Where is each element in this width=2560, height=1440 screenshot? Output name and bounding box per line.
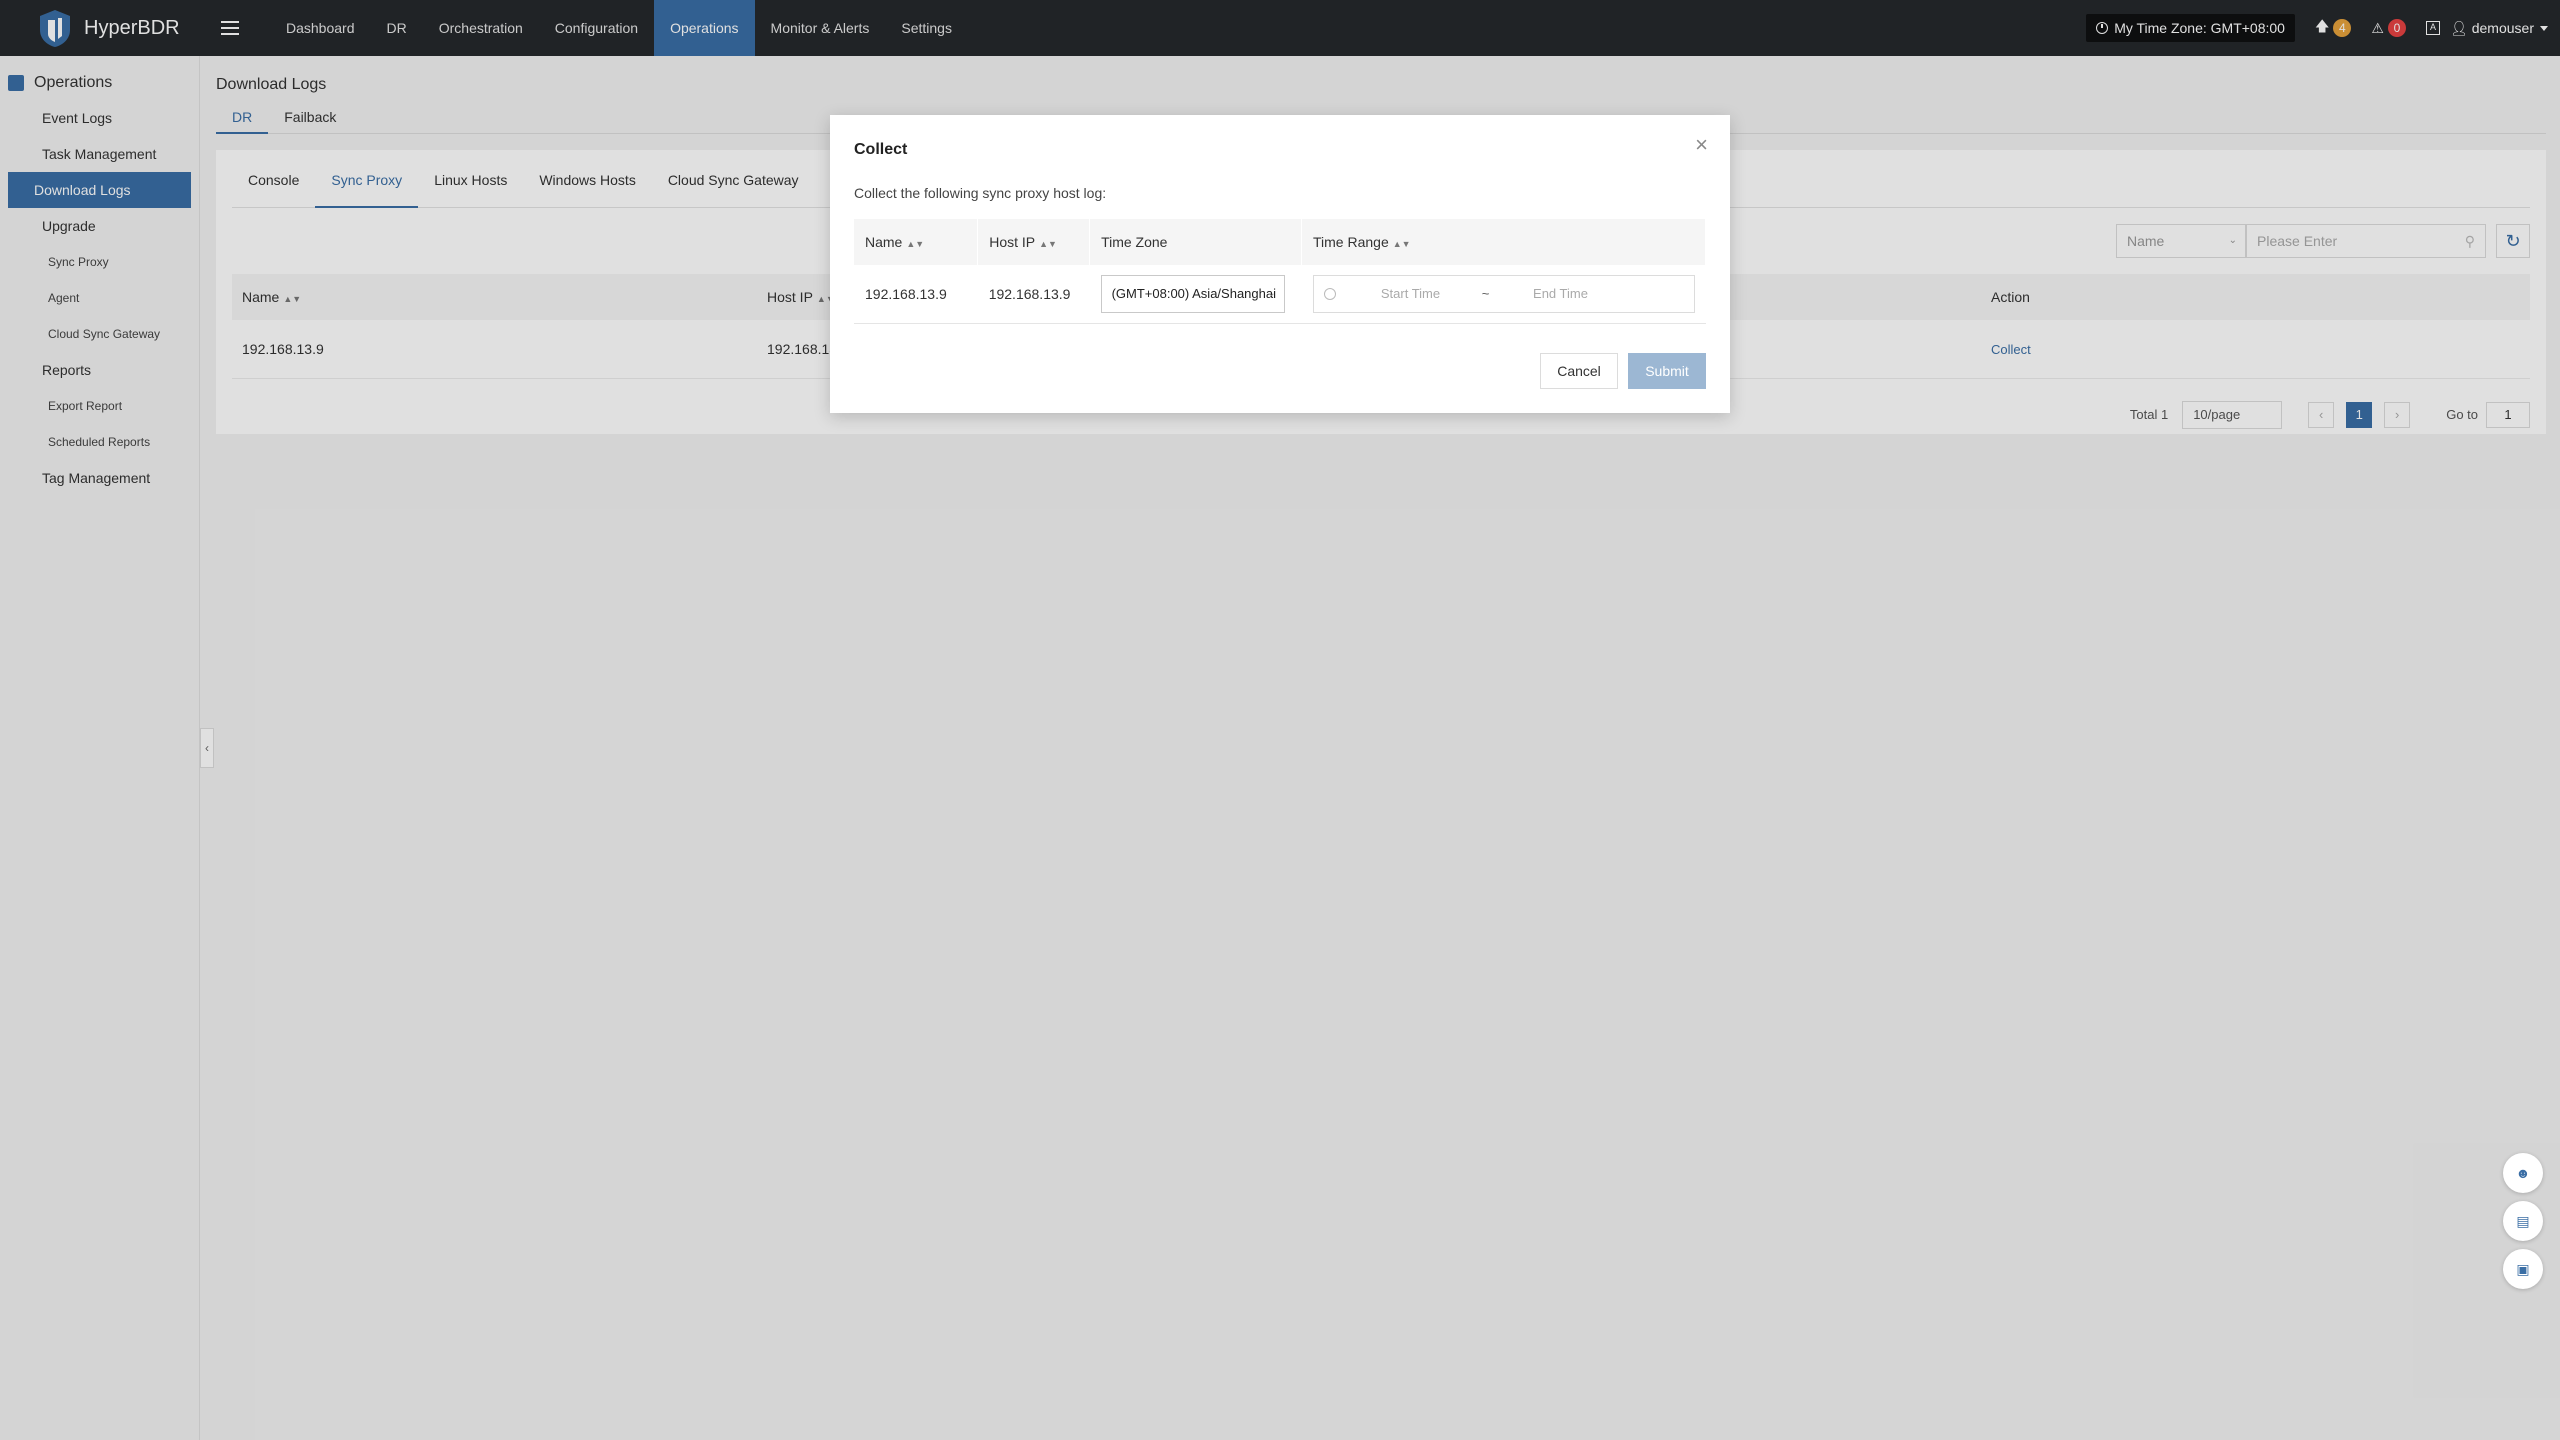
table-header-row: Name ▲▼ Host IP ▲▼ Time Zone Time Range ▲▼ xyxy=(854,219,1706,265)
dialog-title: Collect xyxy=(854,141,908,158)
range-separator: ~ xyxy=(1481,286,1490,302)
column-header-name[interactable]: Name ▲▼ xyxy=(854,219,979,265)
submit-button[interactable]: Submit xyxy=(1628,353,1706,389)
column-header-time-range[interactable]: Time Range ▲▼ xyxy=(1301,219,1706,265)
column-header-time-zone: Time Zone xyxy=(1089,219,1302,265)
cell-name: 192.168.13.9 xyxy=(854,265,978,324)
cell-host-ip: 192.168.13.9 xyxy=(977,265,1090,324)
start-time-input[interactable]: Start Time xyxy=(1346,286,1476,301)
assistant-icon[interactable]: ☻ xyxy=(2503,1153,2543,1193)
time-zone-select[interactable]: (GMT+08:00) Asia/Shanghai ⌄ xyxy=(1100,274,1285,313)
sort-icon[interactable]: ▲▼ xyxy=(1039,239,1057,249)
collect-table: Name ▲▼ Host IP ▲▼ Time Zone Time Range ▲▼ … xyxy=(854,219,1706,324)
table-row: 192.168.13.9 192.168.13.9 (GMT+08:00) As… xyxy=(854,265,1706,324)
dialog-description: Collect the following sync proxy host lo… xyxy=(854,185,1107,201)
column-header-host-ip[interactable]: Host IP ▲▼ xyxy=(977,219,1091,265)
time-zone-value: (GMT+08:00) Asia/Shanghai xyxy=(1111,285,1276,301)
end-time-input[interactable]: End Time xyxy=(1496,286,1626,301)
floating-tools: ☻ ▤ ▣ xyxy=(2503,1153,2543,1297)
clipboard-icon[interactable]: ▣ xyxy=(2503,1249,2543,1289)
clock-icon xyxy=(1323,287,1336,300)
cancel-button[interactable]: Cancel xyxy=(1540,353,1618,389)
collect-dialog: Collect × Collect the following sync pro… xyxy=(830,115,1730,413)
close-icon[interactable]: × xyxy=(1695,134,1708,156)
time-range-picker[interactable]: Start Time ~ End Time xyxy=(1312,274,1695,313)
book-icon[interactable]: ▤ xyxy=(2503,1201,2543,1241)
sort-icon[interactable]: ▲▼ xyxy=(906,239,924,249)
chevron-down-icon: ⌄ xyxy=(1267,287,1276,299)
dialog-footer: Cancel Submit xyxy=(1540,353,1706,389)
sort-icon[interactable]: ▲▼ xyxy=(1393,239,1411,249)
